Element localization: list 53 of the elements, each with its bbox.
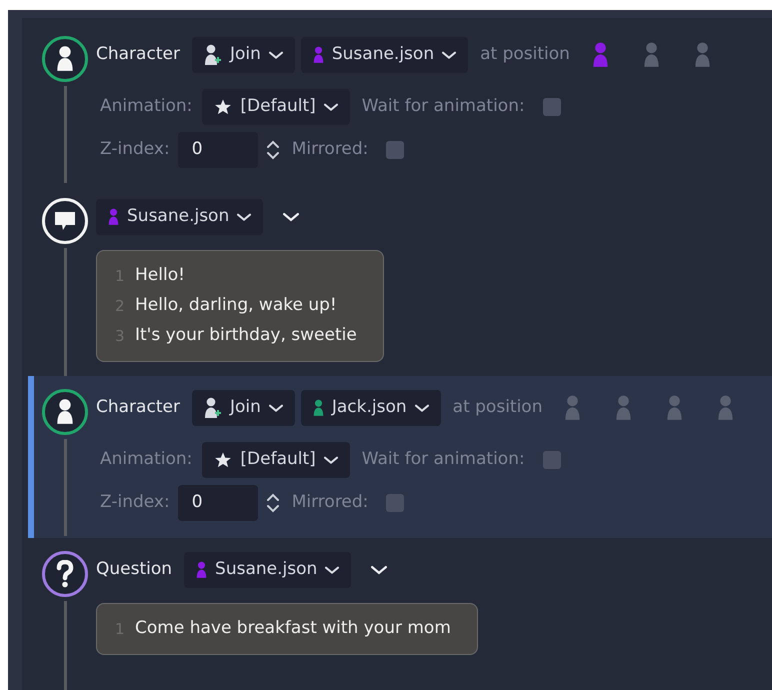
animation-dropdown[interactable]: [Default] [202,442,350,478]
checkbox[interactable] [542,451,561,469]
text-line: Hello! [135,264,185,288]
character-dropdown[interactable]: Jack.json [300,390,441,426]
person-join-icon [204,44,222,66]
z-index-field[interactable]: 0 [178,485,258,521]
mirrored-label: Mirrored: [292,491,368,514]
event-title: Character [96,43,180,66]
animation-label: Animation: [100,95,192,118]
event-title: Character [96,396,180,420]
z-index-field[interactable]: 0 [178,132,258,168]
character-dropdown[interactable]: Susane.json [300,37,468,73]
chevron-down-icon [371,565,388,575]
checkbox[interactable] [386,141,404,159]
character-dropdown[interactable]: Susane.json [184,552,352,588]
chevron-down-icon [268,50,283,60]
character-event-icon [42,389,88,435]
mirrored-label: Mirrored: [292,138,368,162]
z-index-label: Z-index: [100,491,170,514]
character-event-icon [42,36,88,82]
question-event-icon [42,551,88,597]
action-dropdown[interactable]: Join [192,37,295,73]
star-icon [214,98,232,116]
text-line: Come have breakfast with your mom [135,617,451,640]
position-label: at position [452,396,542,420]
chevron-down-icon [283,212,300,222]
chevron-down-icon [442,50,456,60]
wait-label: Wait for animation: [362,448,525,472]
star-icon [214,451,232,469]
z-index-label: Z-index: [100,138,170,162]
chevron-down-icon [268,404,283,412]
chevron-down-icon [237,212,252,222]
chevron-down-icon [324,456,338,464]
position-label: at position [480,43,570,66]
text-line: It's your birthday, sweetie [135,324,357,348]
speech-bubble-event-icon [42,198,88,244]
person-join-icon [204,397,222,419]
spinner-arrows-icon [266,139,280,161]
chevron-down-icon [325,566,340,574]
event-title: Question [96,558,172,582]
wait-label: Wait for animation: [362,95,525,118]
chevron-down-icon [414,404,429,412]
event-row[interactable]: Character Join Jack.json at position Animation: [Default] Wait for animation: Z-index: 0 Mirrored: [28,376,772,538]
chevron-down-icon [324,102,338,112]
spinner-arrows-icon [266,492,280,514]
event-row[interactable]: Character Join Susane.json at position Animation: [Default] Wait for animation: Z-index: 0 Mirrored: [28,18,772,185]
text-line: Hello, darling, wake up! [135,294,337,318]
checkbox[interactable] [542,98,561,116]
animation-dropdown[interactable]: [Default] [202,89,350,125]
action-dropdown[interactable]: Join [192,390,295,426]
checkbox[interactable] [386,494,404,512]
character-dropdown[interactable]: Susane.json [96,199,264,235]
animation-label: Animation: [100,448,192,472]
